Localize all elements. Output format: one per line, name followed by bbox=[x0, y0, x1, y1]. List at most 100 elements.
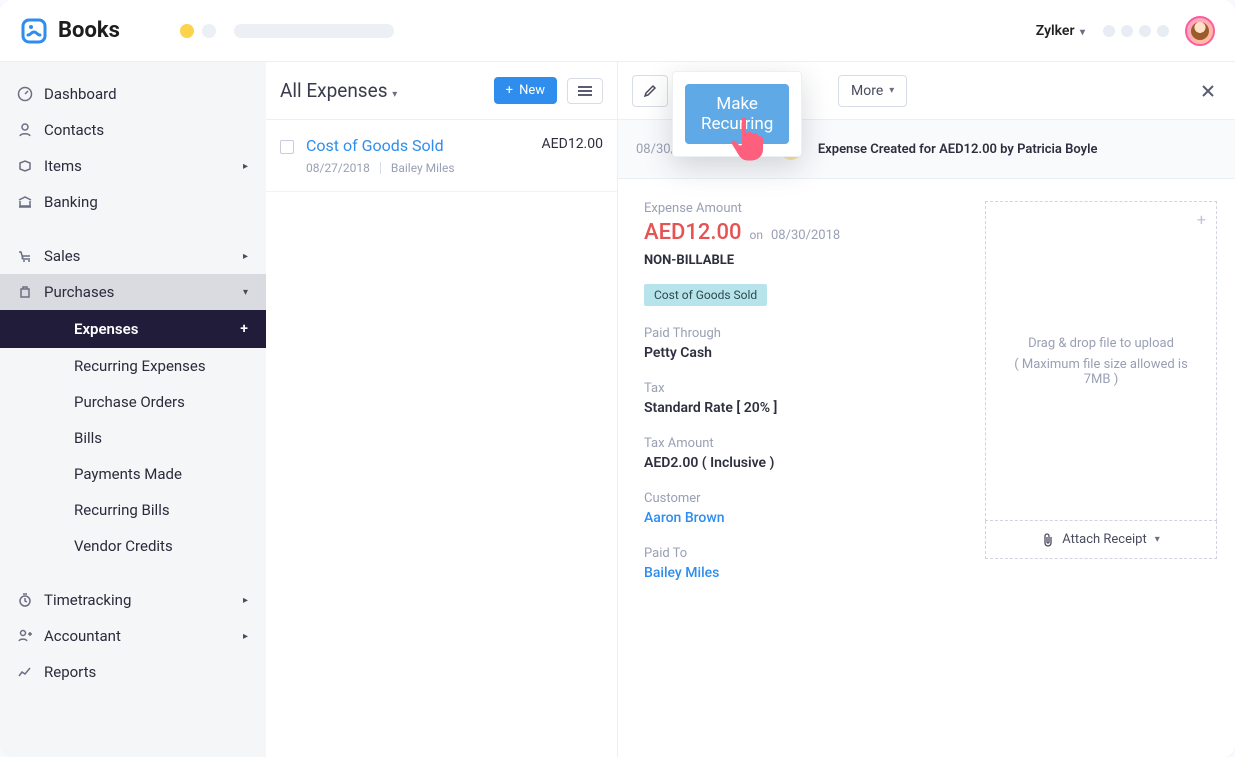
dashboard-icon bbox=[16, 85, 34, 103]
window-button[interactable] bbox=[180, 24, 194, 38]
topbar-action[interactable] bbox=[1157, 25, 1169, 37]
contacts-icon bbox=[16, 121, 34, 139]
row-date: 08/27/2018 bbox=[306, 161, 370, 175]
sidebar-item-label: Payments Made bbox=[74, 465, 182, 483]
sidebar-item-label: Expenses bbox=[74, 320, 138, 338]
amount-label: Expense Amount bbox=[644, 201, 955, 216]
dropzone-subtext: ( Maximum file size allowed is 7MB ) bbox=[1000, 357, 1202, 387]
caret-down-icon: ▾ bbox=[243, 287, 248, 298]
sidebar-item-label: Vendor Credits bbox=[74, 537, 173, 555]
sidebar-item-sales[interactable]: Sales ▸ bbox=[0, 238, 266, 274]
plus-icon: + bbox=[506, 83, 513, 98]
row-title: Cost of Goods Sold bbox=[306, 136, 455, 155]
app-logo-text: Books bbox=[58, 18, 120, 43]
sidebar-item-reports[interactable]: Reports bbox=[0, 654, 266, 690]
window-traffic-lights bbox=[180, 24, 216, 38]
list-view-options-button[interactable] bbox=[567, 78, 603, 104]
chevron-right-icon: ▸ bbox=[243, 161, 248, 172]
sidebar-subitem-recurring-expenses[interactable]: Recurring Expenses bbox=[0, 348, 266, 384]
list-header: All Expenses ▾ + New bbox=[266, 62, 617, 120]
pencil-icon bbox=[642, 83, 658, 99]
sidebar-item-label: Accountant bbox=[44, 627, 121, 645]
caret-down-icon: ▾ bbox=[889, 85, 894, 96]
tax-label: Tax bbox=[644, 381, 955, 396]
plus-icon: + bbox=[1197, 210, 1206, 229]
avatar[interactable] bbox=[1185, 16, 1215, 46]
new-button[interactable]: + New bbox=[494, 77, 557, 104]
paid-to-label: Paid To bbox=[644, 546, 955, 561]
tax-amount-value: AED2.00 ( Inclusive ) bbox=[644, 455, 955, 471]
sidebar-subitem-bills[interactable]: Bills bbox=[0, 420, 266, 456]
accountant-icon bbox=[16, 627, 34, 645]
caret-down-icon: ▾ bbox=[1080, 27, 1085, 38]
window-button[interactable] bbox=[202, 24, 216, 38]
more-menu[interactable]: More ▾ bbox=[838, 75, 907, 107]
close-icon bbox=[1201, 84, 1215, 98]
close-button[interactable] bbox=[1195, 78, 1221, 104]
row-checkbox[interactable] bbox=[280, 140, 294, 154]
detail-pane: Make Recurring More ▾ bbox=[618, 62, 1235, 757]
chevron-right-icon: ▸ bbox=[243, 251, 248, 262]
topbar: Books Zylker ▾ bbox=[0, 0, 1235, 62]
button-label: Attach Receipt bbox=[1062, 532, 1146, 547]
sidebar-subitem-vendor-credits[interactable]: Vendor Credits bbox=[0, 528, 266, 564]
paperclip-icon bbox=[1042, 533, 1054, 547]
sidebar-item-label: Recurring Expenses bbox=[74, 357, 206, 375]
row-amount: AED12.00 bbox=[542, 136, 603, 152]
attach-receipt-button[interactable]: Attach Receipt ▾ bbox=[985, 521, 1217, 559]
amount-value: AED12.00 on 08/30/2018 bbox=[644, 220, 955, 245]
sidebar-item-items[interactable]: Items ▸ bbox=[0, 148, 266, 184]
topbar-action[interactable] bbox=[1103, 25, 1115, 37]
sidebar-item-label: Bills bbox=[74, 429, 102, 447]
sidebar-item-accountant[interactable]: Accountant ▸ bbox=[0, 618, 266, 654]
customer-label: Customer bbox=[644, 491, 955, 506]
make-recurring-popup: Make Recurring bbox=[672, 71, 802, 157]
upload-panel: + Drag & drop file to upload ( Maximum f… bbox=[985, 201, 1217, 735]
list-title[interactable]: All Expenses ▾ bbox=[280, 79, 397, 102]
topbar-action[interactable] bbox=[1121, 25, 1133, 37]
topbar-action[interactable] bbox=[1139, 25, 1151, 37]
plus-icon[interactable]: + bbox=[240, 321, 248, 337]
chevron-right-icon: ▸ bbox=[243, 595, 248, 606]
sidebar-item-label: Purchase Orders bbox=[74, 393, 185, 411]
make-recurring-button[interactable]: Make Recurring bbox=[685, 84, 789, 144]
non-billable-badge: NON-BILLABLE bbox=[644, 253, 955, 268]
sidebar-item-contacts[interactable]: Contacts bbox=[0, 112, 266, 148]
row-subtitle: 08/27/2018 Bailey Miles bbox=[306, 161, 455, 175]
sales-icon bbox=[16, 247, 34, 265]
sidebar-item-banking[interactable]: Banking bbox=[0, 184, 266, 220]
sidebar-item-timetracking[interactable]: Timetracking ▸ bbox=[0, 582, 266, 618]
detail-content: Expense Amount AED12.00 on 08/30/2018 NO… bbox=[644, 201, 955, 735]
tax-value: Standard Rate [ 20% ] bbox=[644, 400, 955, 416]
file-dropzone[interactable]: + Drag & drop file to upload ( Maximum f… bbox=[985, 201, 1217, 521]
org-name: Zylker bbox=[1036, 23, 1075, 39]
banking-icon bbox=[16, 193, 34, 211]
button-label: More bbox=[851, 83, 883, 99]
sidebar-item-label: Sales bbox=[44, 247, 80, 265]
sidebar-item-label: Items bbox=[44, 157, 82, 175]
books-logo-icon bbox=[20, 17, 48, 45]
sidebar-subitem-recurring-bills[interactable]: Recurring Bills bbox=[0, 492, 266, 528]
list-row[interactable]: Cost of Goods Sold 08/27/2018 Bailey Mil… bbox=[266, 120, 617, 192]
button-label: New bbox=[519, 83, 545, 98]
sidebar-item-purchases[interactable]: Purchases ▾ bbox=[0, 274, 266, 310]
paid-to-link[interactable]: Bailey Miles bbox=[644, 565, 955, 581]
expense-list: All Expenses ▾ + New Cost of Goods Sold bbox=[266, 62, 618, 757]
customer-link[interactable]: Aaron Brown bbox=[644, 510, 955, 526]
sidebar-item-dashboard[interactable]: Dashboard bbox=[0, 76, 266, 112]
url-skeleton bbox=[234, 24, 394, 38]
edit-button[interactable] bbox=[632, 75, 668, 107]
sidebar-subitem-expenses[interactable]: Expenses + bbox=[0, 310, 266, 348]
tax-amount-label: Tax Amount bbox=[644, 436, 955, 451]
sidebar-subitem-payments-made[interactable]: Payments Made bbox=[0, 456, 266, 492]
org-switcher[interactable]: Zylker ▾ bbox=[1036, 23, 1085, 39]
sidebar-subitem-purchase-orders[interactable]: Purchase Orders bbox=[0, 384, 266, 420]
paid-through-value: Petty Cash bbox=[644, 345, 955, 361]
sidebar-item-label: Contacts bbox=[44, 121, 104, 139]
topbar-actions bbox=[1103, 25, 1169, 37]
audit-message: Expense Created for AED12.00 by Patricia… bbox=[818, 142, 1098, 157]
dropzone-text: Drag & drop file to upload bbox=[1028, 336, 1174, 351]
reports-icon bbox=[16, 663, 34, 681]
hamburger-icon bbox=[578, 86, 592, 96]
caret-down-icon: ▾ bbox=[392, 89, 397, 100]
